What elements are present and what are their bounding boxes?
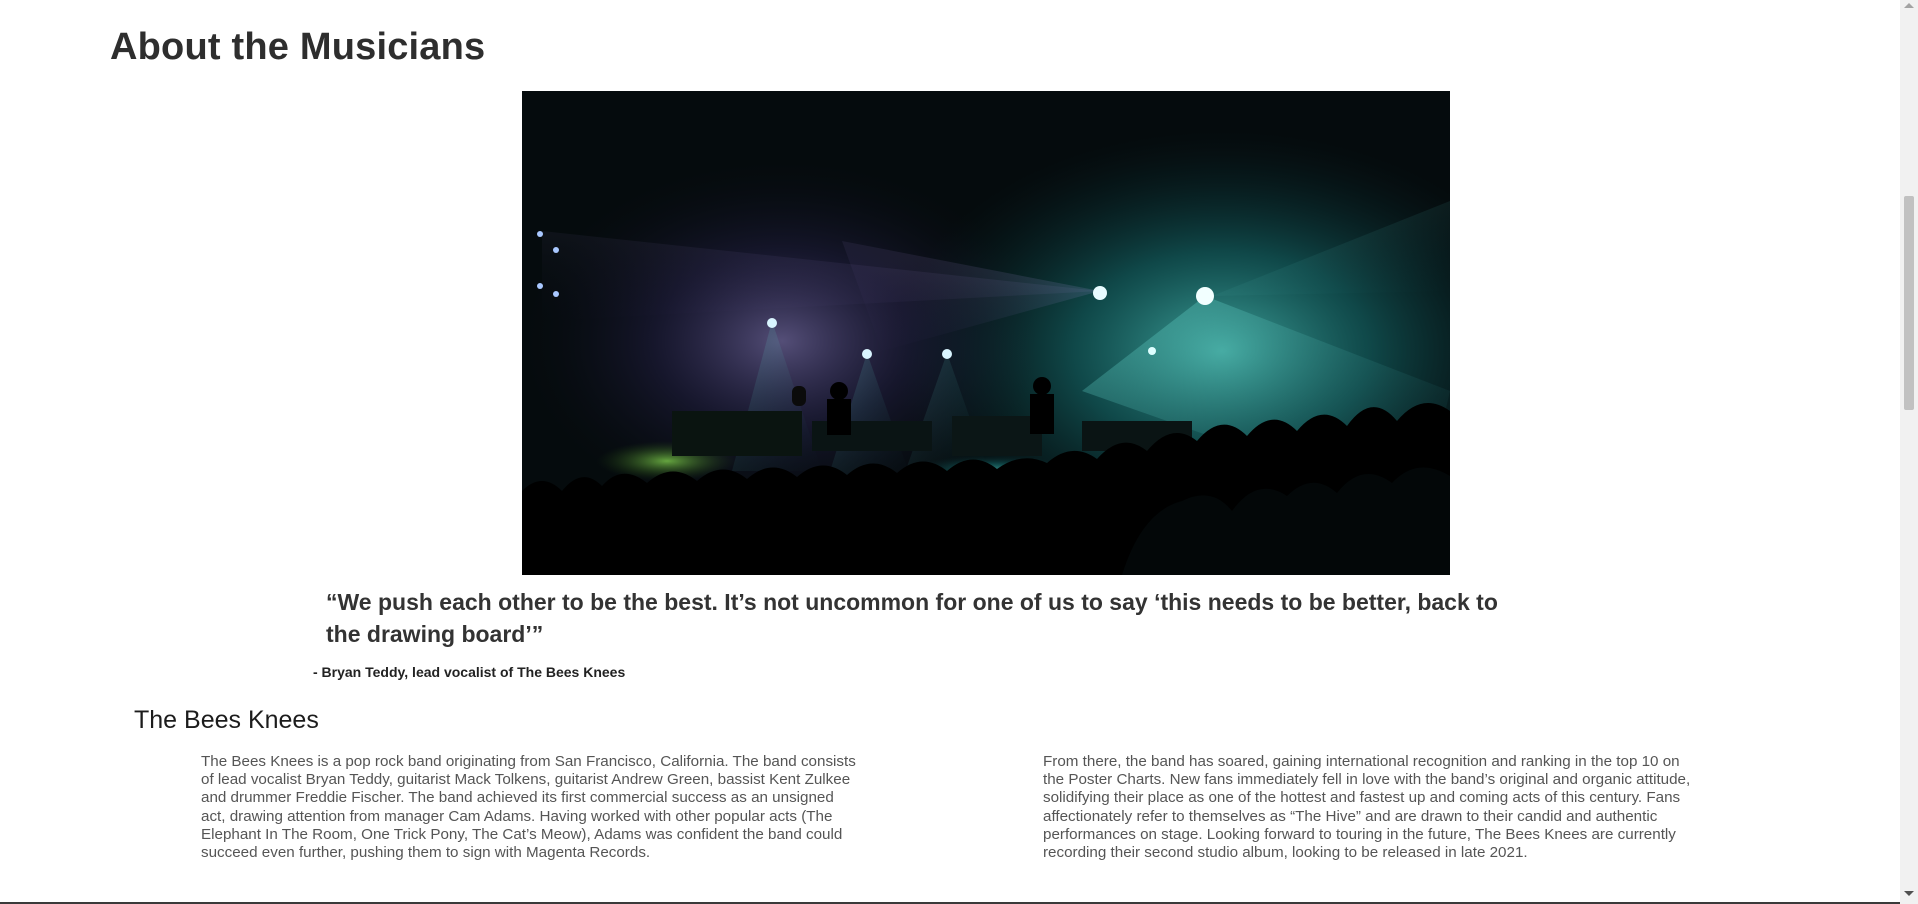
band-description-left: The Bees Knees is a pop rock band origin…	[201, 753, 856, 862]
scroll-down-arrow-icon[interactable]	[1904, 891, 1914, 896]
quote-attribution: - Bryan Teddy, lead vocalist of The Bees…	[313, 664, 626, 680]
page: About the Musicians “We push each other …	[0, 0, 1900, 904]
band-description-right: From there, the band has soared, gaining…	[1043, 753, 1691, 862]
scrollbar-thumb[interactable]	[1904, 196, 1914, 410]
band-title: The Bees Knees	[134, 706, 319, 734]
section-title: About the Musicians	[110, 26, 486, 68]
quote-text: “We push each other to be the best. It’s…	[326, 589, 1498, 647]
scroll-up-arrow-icon[interactable]	[1904, 3, 1914, 8]
concert-photo-graphic	[522, 91, 1450, 575]
vertical-scrollbar[interactable]	[1900, 0, 1918, 904]
concert-photo	[522, 91, 1450, 575]
